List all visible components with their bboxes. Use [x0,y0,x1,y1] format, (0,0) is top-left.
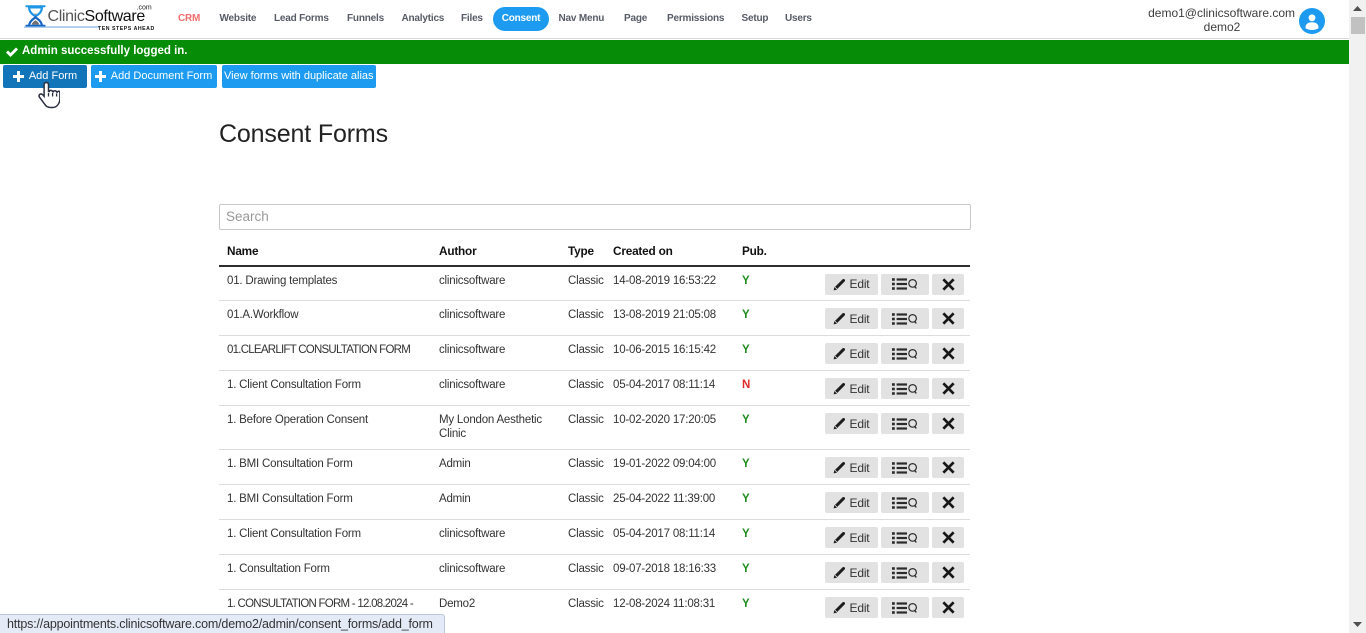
svg-text:.com: .com [137,5,152,12]
svg-text:ClinicSoftware: ClinicSoftware [48,8,146,25]
svg-text:TEN STEPS AHEAD: TEN STEPS AHEAD [98,26,155,32]
